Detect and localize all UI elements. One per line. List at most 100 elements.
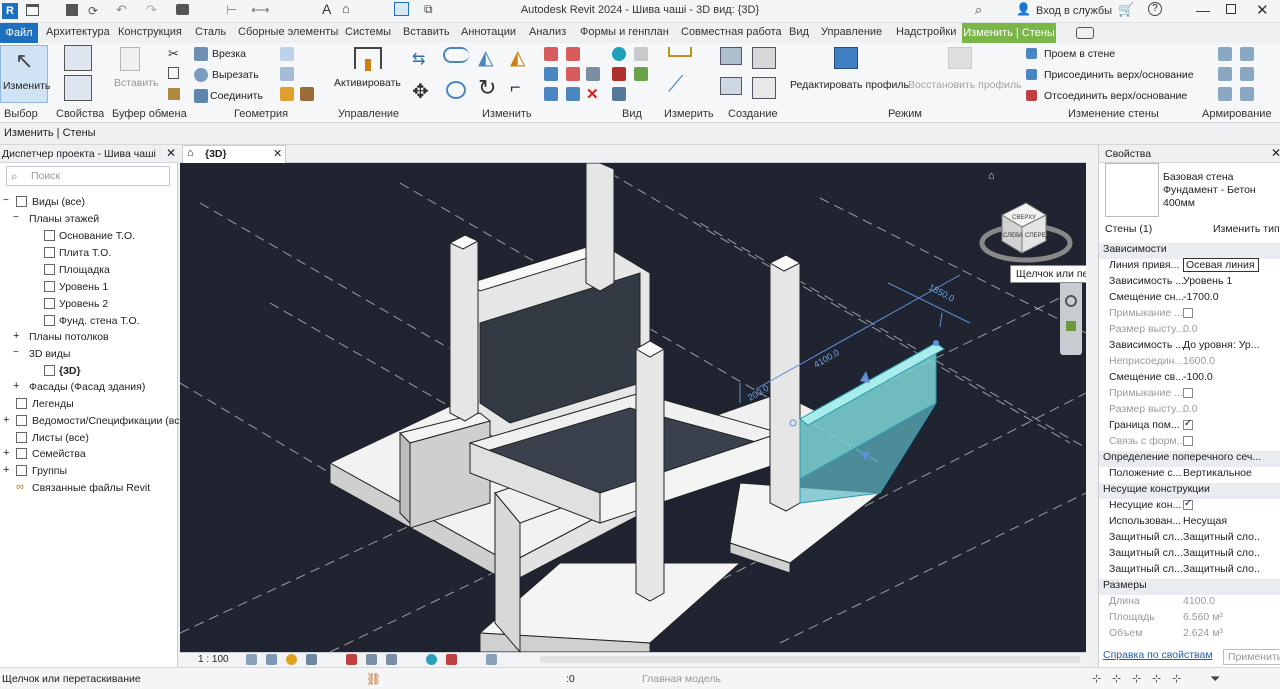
tab-architecture[interactable]: Архитектура <box>46 26 110 38</box>
create-similar-icon[interactable] <box>720 77 742 95</box>
redo-icon[interactable]: ↷ <box>146 2 157 18</box>
tree-families[interactable]: Семейства <box>32 448 86 460</box>
move-icon[interactable]: ✥ <box>412 79 429 104</box>
expand-icon[interactable]: + <box>3 414 9 426</box>
navigation-bar[interactable] <box>1060 271 1082 355</box>
tree-groups[interactable]: Группы <box>32 465 67 477</box>
property-value[interactable] <box>1183 499 1259 511</box>
property-section[interactable]: Несущие конструкции <box>1099 483 1280 499</box>
tab-precast[interactable]: Сборные элементы <box>238 26 338 38</box>
user-icon[interactable]: 👤 <box>1016 2 1031 16</box>
cut-icon[interactable]: ✂ <box>168 46 179 62</box>
property-value[interactable]: Осевая линия <box>1183 258 1259 272</box>
tree-floor-plans[interactable]: Планы этажей <box>29 213 99 225</box>
tab-file[interactable]: Файл <box>0 23 38 43</box>
home-view-icon[interactable]: ⌂ <box>988 170 995 182</box>
property-row[interactable]: Несущие кон... <box>1099 499 1280 515</box>
home-icon[interactable]: ⌂ <box>342 1 350 16</box>
property-checkbox[interactable] <box>1183 419 1193 431</box>
sync-icon[interactable]: ⟳ <box>88 4 98 18</box>
signin-button[interactable]: Вход в службы <box>1036 5 1112 17</box>
property-row[interactable]: Примыкание ... <box>1099 307 1280 323</box>
visual-style-icon[interactable] <box>266 654 277 665</box>
properties-help-link[interactable]: Справка по свойствам <box>1103 649 1213 661</box>
shadows-icon[interactable] <box>306 654 317 665</box>
type-selector[interactable]: Базовая стена Фундамент - Бетон 400мм <box>1163 171 1279 209</box>
delete-icon[interactable]: ✕ <box>586 85 599 103</box>
property-row[interactable]: Зависимость ... До уровня: Ур... <box>1099 339 1280 355</box>
tree-plan-slab[interactable]: Плита Т.О. <box>59 247 111 259</box>
temp-hide-icon[interactable] <box>426 654 437 665</box>
property-row[interactable]: Площадь 6.560 м² <box>1099 611 1280 627</box>
filter-icon[interactable]: ⏷ <box>1210 671 1220 687</box>
tab-structure[interactable]: Конструкция <box>118 26 182 38</box>
expand-icon[interactable]: + <box>3 464 9 476</box>
tree-schedules[interactable]: Ведомости/Спецификации (все <box>32 415 185 427</box>
property-row[interactable]: Защитный сл... Защитный сло... <box>1099 563 1280 579</box>
activate-button[interactable]: Активировать <box>330 45 406 103</box>
unpin-icon[interactable] <box>566 87 580 101</box>
tree-plan-foundation-wall[interactable]: Фунд. стена Т.О. <box>59 315 140 327</box>
property-row[interactable]: Зависимость ... Уровень 1 <box>1099 275 1280 291</box>
tree-3d-views[interactable]: 3D виды <box>29 348 70 360</box>
scale-selector[interactable]: 1 : 100 <box>198 654 229 665</box>
horizontal-scrollbar[interactable] <box>540 656 1080 663</box>
tab-insert[interactable]: Вставить <box>403 26 450 38</box>
select-pinned-icon[interactable]: ⊹ <box>1132 672 1141 685</box>
modify-button[interactable]: ↖ Изменить <box>0 45 50 103</box>
property-row[interactable]: Смещение сн... -1700.0 <box>1099 291 1280 307</box>
edit-profile-button[interactable]: Редактировать профиль <box>788 45 909 103</box>
align-icon[interactable]: ⇆ <box>412 49 425 69</box>
view-cube[interactable]: СВЕРХУ СЛЕВА СПЕРЕДИ <box>979 202 1073 263</box>
split-gap-icon[interactable] <box>566 67 580 81</box>
3d-canvas[interactable]: 1850.0 4100.0 200.0 СВЕРХУ СЛЕВА СПЕРЕДИ… <box>180 163 1086 652</box>
scale-icon[interactable] <box>544 87 558 101</box>
property-value[interactable]: Вертикальное <box>1183 467 1259 479</box>
aligned-dimension-icon[interactable]: ⟋ <box>668 71 683 97</box>
save-icon[interactable] <box>66 4 78 16</box>
property-row[interactable]: Длина 4100.0 <box>1099 595 1280 611</box>
match-type-icon[interactable] <box>168 88 180 100</box>
wall-joins-icon[interactable] <box>280 47 294 61</box>
tab-manage[interactable]: Управление <box>821 26 882 38</box>
text-icon[interactable]: A <box>322 1 331 17</box>
paint-icon[interactable] <box>280 87 294 101</box>
create-parts-icon[interactable] <box>752 47 776 69</box>
property-value[interactable] <box>1183 419 1259 431</box>
property-value[interactable]: Несущая <box>1183 515 1259 527</box>
cutout-button[interactable]: Вырезать <box>212 69 259 81</box>
cut-geometry-button[interactable]: Врезка <box>212 48 246 60</box>
search-input[interactable]: Поиск <box>31 170 60 182</box>
tree-plan-level1[interactable]: Уровень 1 <box>59 281 108 293</box>
property-row[interactable]: Смещение св... -100.0 <box>1099 371 1280 387</box>
linework-icon[interactable] <box>612 87 626 101</box>
model-view[interactable]: 1850.0 4100.0 200.0 СВЕРХУ СЛЕВА СПЕРЕДИ… <box>180 163 1086 652</box>
property-value[interactable]: -100.0 <box>1183 371 1259 383</box>
join-button[interactable]: Соединить <box>210 90 263 102</box>
collapse-icon[interactable]: − <box>13 212 19 223</box>
drag-elements-icon[interactable]: ⊹ <box>1172 672 1181 685</box>
edit-type-button[interactable]: Изменить тип <box>1213 223 1280 235</box>
measure-icon[interactable]: ⊢ <box>226 2 237 18</box>
restore-icon[interactable] <box>1226 4 1236 14</box>
tree-plan-site[interactable]: Площадка <box>59 264 110 276</box>
coupler-icon[interactable] <box>1240 87 1254 101</box>
tab-analyze[interactable]: Анализ <box>529 26 566 38</box>
rotate-icon[interactable]: ↻ <box>478 75 496 101</box>
property-section[interactable]: Размеры <box>1099 579 1280 595</box>
tab-annotate[interactable]: Аннотации <box>461 26 516 38</box>
split-icon[interactable] <box>544 47 558 61</box>
measure-between-icon[interactable] <box>668 47 692 57</box>
print-icon[interactable] <box>176 4 189 15</box>
tree-plan-base[interactable]: Основание Т.О. <box>59 230 135 242</box>
property-section[interactable]: Зависимости <box>1099 243 1280 259</box>
view-tab-3d[interactable]: ⌂ {3D} ✕ <box>182 145 286 163</box>
model-selector[interactable]: Главная модель <box>642 673 721 685</box>
view-filter-icon[interactable] <box>634 67 648 81</box>
select-underlay-icon[interactable]: ⊹ <box>1112 672 1121 685</box>
property-row[interactable]: Размер высту... 0.0 <box>1099 323 1280 339</box>
tab-addins[interactable]: Надстройки <box>896 26 956 38</box>
property-value[interactable]: Уровень 1 <box>1183 275 1259 287</box>
property-row[interactable]: Защитный сл... Защитный сло... <box>1099 547 1280 563</box>
panel-select-label[interactable]: Выбор <box>4 108 38 120</box>
